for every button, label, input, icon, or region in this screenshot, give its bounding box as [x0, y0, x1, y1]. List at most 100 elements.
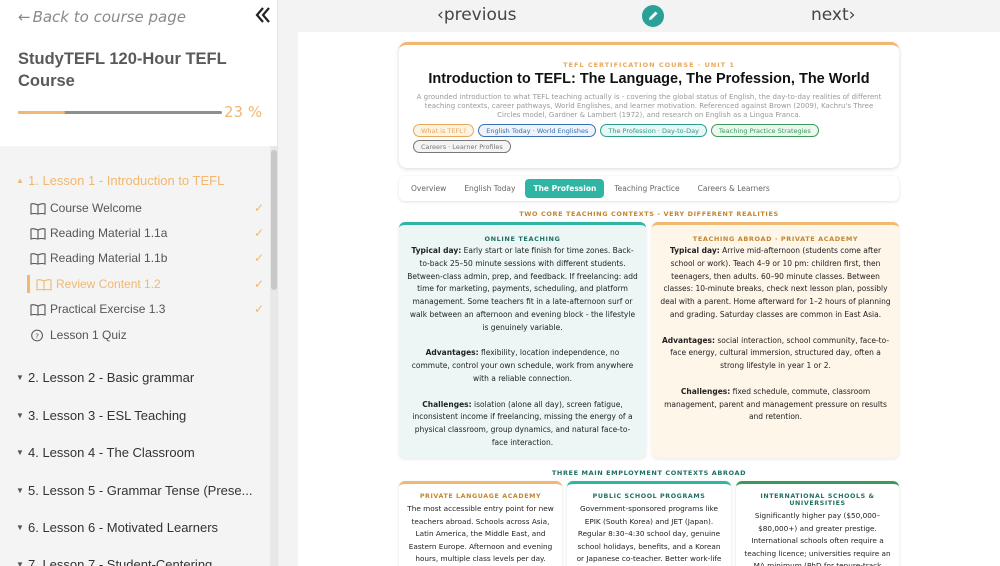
- lesson-6-header[interactable]: ▼ 6. Lesson 6 - Motivated Learners: [16, 520, 218, 535]
- card-body: Government-sponsored programs like EPIK …: [576, 504, 722, 563]
- next-label: next: [811, 5, 849, 25]
- item-label: Review Content 1.2: [56, 277, 161, 291]
- lesson-3-header[interactable]: ▼ 3. Lesson 3 - ESL Teaching: [16, 408, 186, 423]
- lesson-4-header[interactable]: ▼ 4. Lesson 4 - The Classroom: [16, 445, 195, 460]
- lesson-7-header[interactable]: ▼ 7. Lesson 7 - Student-Centering: [16, 557, 212, 566]
- teaching-abroad-card: TEACHING ABROAD · PRIVATE ACADEMY Typica…: [652, 222, 899, 458]
- topic-pill[interactable]: English Today · World Englishes: [478, 124, 597, 137]
- next-button[interactable]: next›: [811, 5, 855, 25]
- card-heading: PRIVATE LANGUAGE ACADEMY: [419, 493, 542, 500]
- unit-header-card: TEFL CERTIFICATION COURSE · UNIT 1 Intro…: [399, 42, 899, 168]
- edit-button[interactable]: [642, 5, 664, 27]
- previous-button[interactable]: ‹previous: [437, 5, 517, 25]
- caret-down-icon: ▼: [16, 373, 24, 382]
- topic-pill[interactable]: Teaching Practice Strategies: [710, 124, 819, 137]
- card-heading: INTERNATIONAL SCHOOLS & UNIVERSITIES: [760, 493, 875, 507]
- tab-careers-learners[interactable]: Careers & Learners: [690, 179, 778, 198]
- chevron-right-icon: ›: [848, 5, 856, 25]
- caret-down-icon: ▼: [16, 411, 24, 420]
- tab-english-today[interactable]: English Today: [456, 179, 523, 198]
- book-icon: [30, 227, 46, 240]
- book-icon: [30, 202, 46, 215]
- svg-text:?: ?: [35, 331, 39, 340]
- sidebar-scrollbar[interactable]: [270, 146, 277, 566]
- arrow-left-icon: ←: [18, 8, 31, 26]
- caret-down-icon: ▼: [16, 448, 24, 457]
- lesson-label: 1. Lesson 1 - Introduction to TEFL: [28, 173, 225, 188]
- sidebar-item-course-welcome[interactable]: Course Welcome ✓: [30, 201, 266, 215]
- chevron-left-icon: ‹: [437, 5, 444, 25]
- lesson-label: 7. Lesson 7 - Student-Centering: [28, 557, 213, 566]
- current-item-marker: [27, 275, 30, 293]
- label: Typical day:: [411, 246, 462, 255]
- lesson-label: 3. Lesson 3 - ESL Teaching: [28, 408, 187, 423]
- back-to-course-link[interactable]: ← Back to course page: [18, 8, 186, 26]
- topic-pills: What is TEFL? English Today · World Engli…: [413, 124, 883, 153]
- book-icon: [30, 303, 46, 316]
- section-heading: THREE MAIN EMPLOYMENT CONTEXTS ABROAD: [551, 469, 747, 477]
- check-icon: ✓: [253, 226, 264, 240]
- question-circle-icon: ?: [31, 329, 43, 341]
- sidebar-item-reading-1-1b[interactable]: Reading Material 1.1b ✓: [30, 251, 266, 265]
- check-icon: ✓: [253, 277, 264, 291]
- lesson-label: 6. Lesson 6 - Motivated Learners: [28, 520, 219, 535]
- sidebar-item-review-1-2[interactable]: Review Content 1.2 ✓: [27, 275, 266, 293]
- card-body: Significantly higher pay ($50,000–$80,00…: [744, 511, 891, 566]
- topic-pill[interactable]: Careers · Learner Profiles: [413, 140, 511, 153]
- item-label: Course Welcome: [50, 201, 142, 215]
- sidebar-item-lesson-1-quiz[interactable]: ? Lesson 1 Quiz: [30, 328, 266, 342]
- employment-card-international: INTERNATIONAL SCHOOLS & UNIVERSITIES Sig…: [736, 481, 899, 566]
- lesson-label: 5. Lesson 5 - Grammar Tense (Prese...: [28, 483, 253, 498]
- scrollbar-thumb[interactable]: [271, 150, 277, 290]
- caret-down-icon: ▼: [16, 560, 24, 566]
- lesson-label: 4. Lesson 4 - The Classroom: [28, 445, 195, 460]
- sidebar-item-practical-1-3[interactable]: Practical Exercise 1.3 ✓: [30, 302, 266, 316]
- caret-down-icon: ▼: [16, 486, 24, 495]
- section-heading: TWO CORE TEACHING CONTEXTS - VERY DIFFER…: [519, 210, 779, 218]
- caret-down-icon: ▼: [16, 523, 24, 532]
- card-body: Typical day: Arrive mid-afternoon (stude…: [660, 245, 891, 437]
- employment-card-public-school: PUBLIC SCHOOL PROGRAMS Government-sponso…: [567, 481, 731, 566]
- book-icon: [36, 278, 52, 291]
- card-body: The most accessible entry point for new …: [407, 504, 554, 563]
- lesson-list: ▲ 1. Lesson 1 - Introduction to TEFL Cour…: [0, 146, 270, 566]
- course-sidebar: ← Back to course page StudyTEFL 120-Hour …: [0, 0, 278, 566]
- unit-eyebrow: TEFL CERTIFICATION COURSE · UNIT 1: [563, 61, 735, 69]
- course-title: StudyTEFL 120-Hour TEFL Course: [18, 50, 227, 90]
- page-title: Introduction to TEFL: The Language, The …: [428, 71, 870, 87]
- online-teaching-card: ONLINE TEACHING Typical day: Early start…: [399, 222, 646, 458]
- card-heading: ONLINE TEACHING: [484, 235, 561, 243]
- label: Typical day:: [669, 246, 720, 255]
- text: Arrive mid-afternoon (students come afte…: [660, 246, 891, 319]
- topic-pill[interactable]: What is TEFL?: [413, 124, 475, 137]
- text: Early start or late finish for time zone…: [407, 246, 638, 332]
- item-label: Practical Exercise 1.3: [50, 302, 166, 316]
- card-heading: PUBLIC SCHOOL PROGRAMS: [592, 493, 706, 500]
- lesson-2-header[interactable]: ▼ 2. Lesson 2 - Basic grammar: [16, 370, 194, 385]
- item-label: Reading Material 1.1a: [50, 226, 168, 240]
- tab-teaching-practice[interactable]: Teaching Practice: [606, 179, 687, 198]
- item-label: Reading Material 1.1b: [50, 251, 168, 265]
- collapse-sidebar-button[interactable]: [254, 6, 274, 26]
- employment-card-private-academy: PRIVATE LANGUAGE ACADEMY The most access…: [399, 481, 562, 566]
- unit-intro: A grounded introduction to what TEFL tea…: [416, 93, 882, 119]
- tab-the-profession[interactable]: The Profession: [525, 179, 605, 198]
- lesson-content: TEFL CERTIFICATION COURSE · UNIT 1 Intro…: [298, 32, 1000, 566]
- lesson-5-header[interactable]: ▼ 5. Lesson 5 - Grammar Tense (Prese...: [16, 483, 252, 498]
- label: Challenges:: [680, 386, 731, 396]
- lesson-1-header[interactable]: ▲ 1. Lesson 1 - Introduction to TEFL: [16, 173, 224, 188]
- double-chevron-left-icon: [255, 7, 270, 23]
- course-progress-fill: [18, 111, 65, 114]
- course-progress-percent: 23 %: [224, 103, 263, 121]
- label: Advantages:: [425, 348, 479, 358]
- card-heading: TEACHING ABROAD · PRIVATE ACADEMY: [692, 235, 859, 243]
- lesson-label: 2. Lesson 2 - Basic grammar: [28, 370, 195, 385]
- back-link-label: Back to course page: [32, 8, 186, 26]
- tab-overview[interactable]: Overview: [403, 179, 454, 198]
- topic-pill[interactable]: The Profession · Day-to-Day: [600, 124, 707, 137]
- item-label: Lesson 1 Quiz: [50, 328, 127, 342]
- check-icon: ✓: [253, 201, 264, 215]
- check-icon: ✓: [253, 251, 264, 265]
- sidebar-item-reading-1-1a[interactable]: Reading Material 1.1a ✓: [30, 226, 266, 240]
- book-icon: [30, 252, 46, 265]
